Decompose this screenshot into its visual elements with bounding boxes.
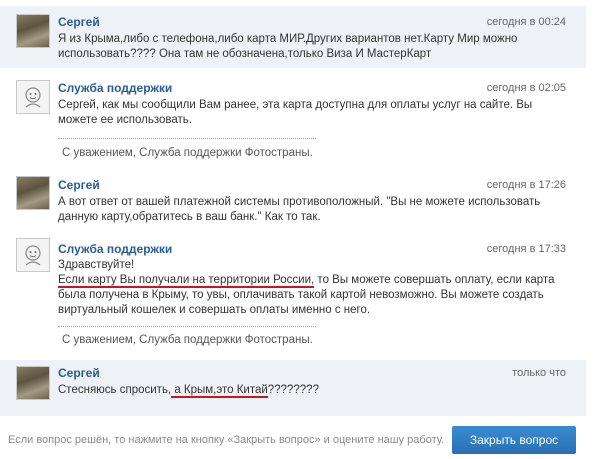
message-3: Сергей сегодня в 17:26 А вот ответ от ва…	[0, 170, 586, 230]
underlined-phrase: а Крым,это Китай	[171, 384, 268, 398]
text-after: ????????	[267, 384, 319, 396]
signature: С уважением, Служба поддержки Фотостраны…	[62, 334, 313, 346]
support-avatar	[16, 80, 50, 114]
support-face-icon	[25, 245, 41, 266]
avatar[interactable]	[16, 14, 50, 48]
author-name[interactable]: Сергей	[58, 178, 100, 192]
text-before: Стесняюсь спросить,	[58, 384, 172, 396]
signature-divider	[58, 138, 316, 139]
signature: С уважением, Служба поддержки Фотостраны…	[62, 147, 313, 159]
close-question-button[interactable]: Закрыть вопрос	[452, 426, 576, 454]
message-time: сегодня в 00:24	[486, 16, 566, 28]
message-time: сегодня в 17:33	[486, 243, 566, 255]
avatar[interactable]	[16, 366, 50, 400]
message-1: Сергей сегодня в 00:24 Я из Крыма,либо с…	[0, 6, 586, 68]
message-text: Я из Крыма,либо с телефона,либо карта МИ…	[58, 33, 518, 60]
message-time: только что	[512, 367, 566, 379]
message-text: Стесняюсь спросить, а Крым,это Китай????…	[58, 383, 564, 398]
message-text: А вот ответ от вашей платежной системы п…	[58, 196, 541, 223]
author-name: Служба поддержки	[58, 81, 173, 95]
greeting: Здравствуйте!	[58, 259, 135, 271]
author-name[interactable]: Сергей	[58, 366, 100, 380]
underlined-phrase: Если карту Вы получали на территории Рос…	[58, 274, 315, 288]
support-face-icon	[25, 87, 41, 108]
message-2: Служба поддержки сегодня в 02:05 Сергей,…	[0, 74, 586, 166]
message-body: Если карту Вы получали на территории Рос…	[58, 273, 564, 318]
close-hint: Если вопрос решён, то нажмите на кнопку …	[8, 434, 445, 446]
message-text: Сергей, как мы сообщили Вам ранее, эта к…	[58, 99, 533, 126]
author-name[interactable]: Сергей	[58, 15, 100, 29]
message-4: Служба поддержки сегодня в 17:33 Здравст…	[0, 234, 586, 354]
message-time: сегодня в 17:26	[486, 179, 566, 191]
message-5: Сергей только что Стесняюсь спросить, а …	[0, 360, 586, 416]
message-time: сегодня в 02:05	[486, 82, 566, 94]
support-avatar	[16, 238, 50, 272]
author-name: Служба поддержки	[58, 242, 173, 256]
signature-divider	[58, 326, 316, 327]
avatar[interactable]	[16, 176, 50, 210]
message-text: Здравствуйте! Если карту Вы получали на …	[58, 258, 564, 318]
